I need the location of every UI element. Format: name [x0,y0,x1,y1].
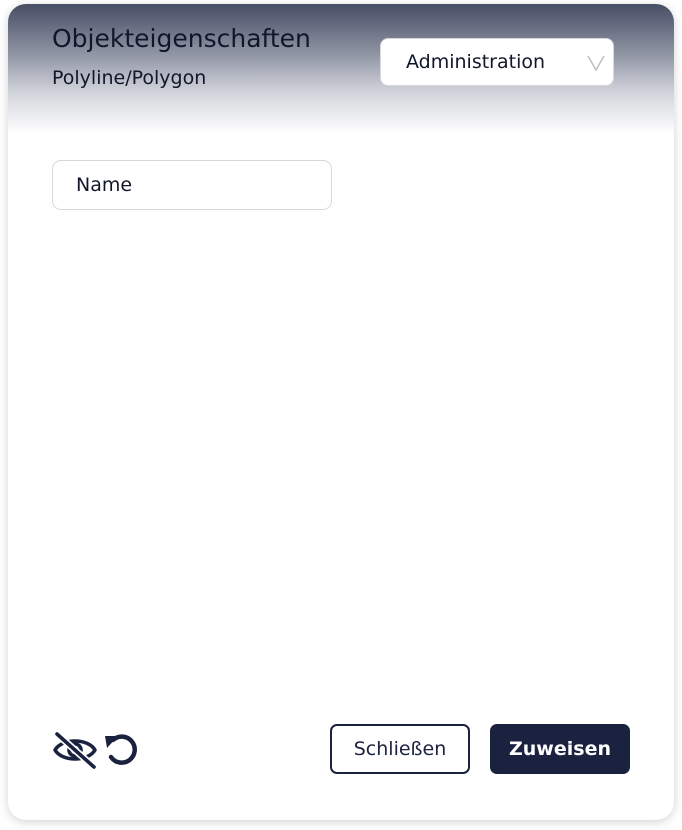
role-select-value: Administration [406,51,546,73]
chevron-down-icon [587,55,605,71]
undo-icon[interactable] [102,730,142,770]
role-select[interactable]: Administration [380,38,614,86]
assign-button[interactable]: Zuweisen [490,724,630,774]
eye-off-icon[interactable] [52,730,98,770]
dialog-header: Objekteigenschaften Polyline/Polygon Adm… [8,4,674,134]
close-button[interactable]: Schließen [330,724,470,774]
page: Objekteigenschaften Polyline/Polygon Adm… [0,0,682,830]
name-input[interactable] [52,160,332,210]
dialog-subtitle: Polyline/Polygon [52,67,207,89]
dialog-title: Objekteigenschaften [52,24,311,53]
object-properties-dialog: Objekteigenschaften Polyline/Polygon Adm… [8,4,674,820]
